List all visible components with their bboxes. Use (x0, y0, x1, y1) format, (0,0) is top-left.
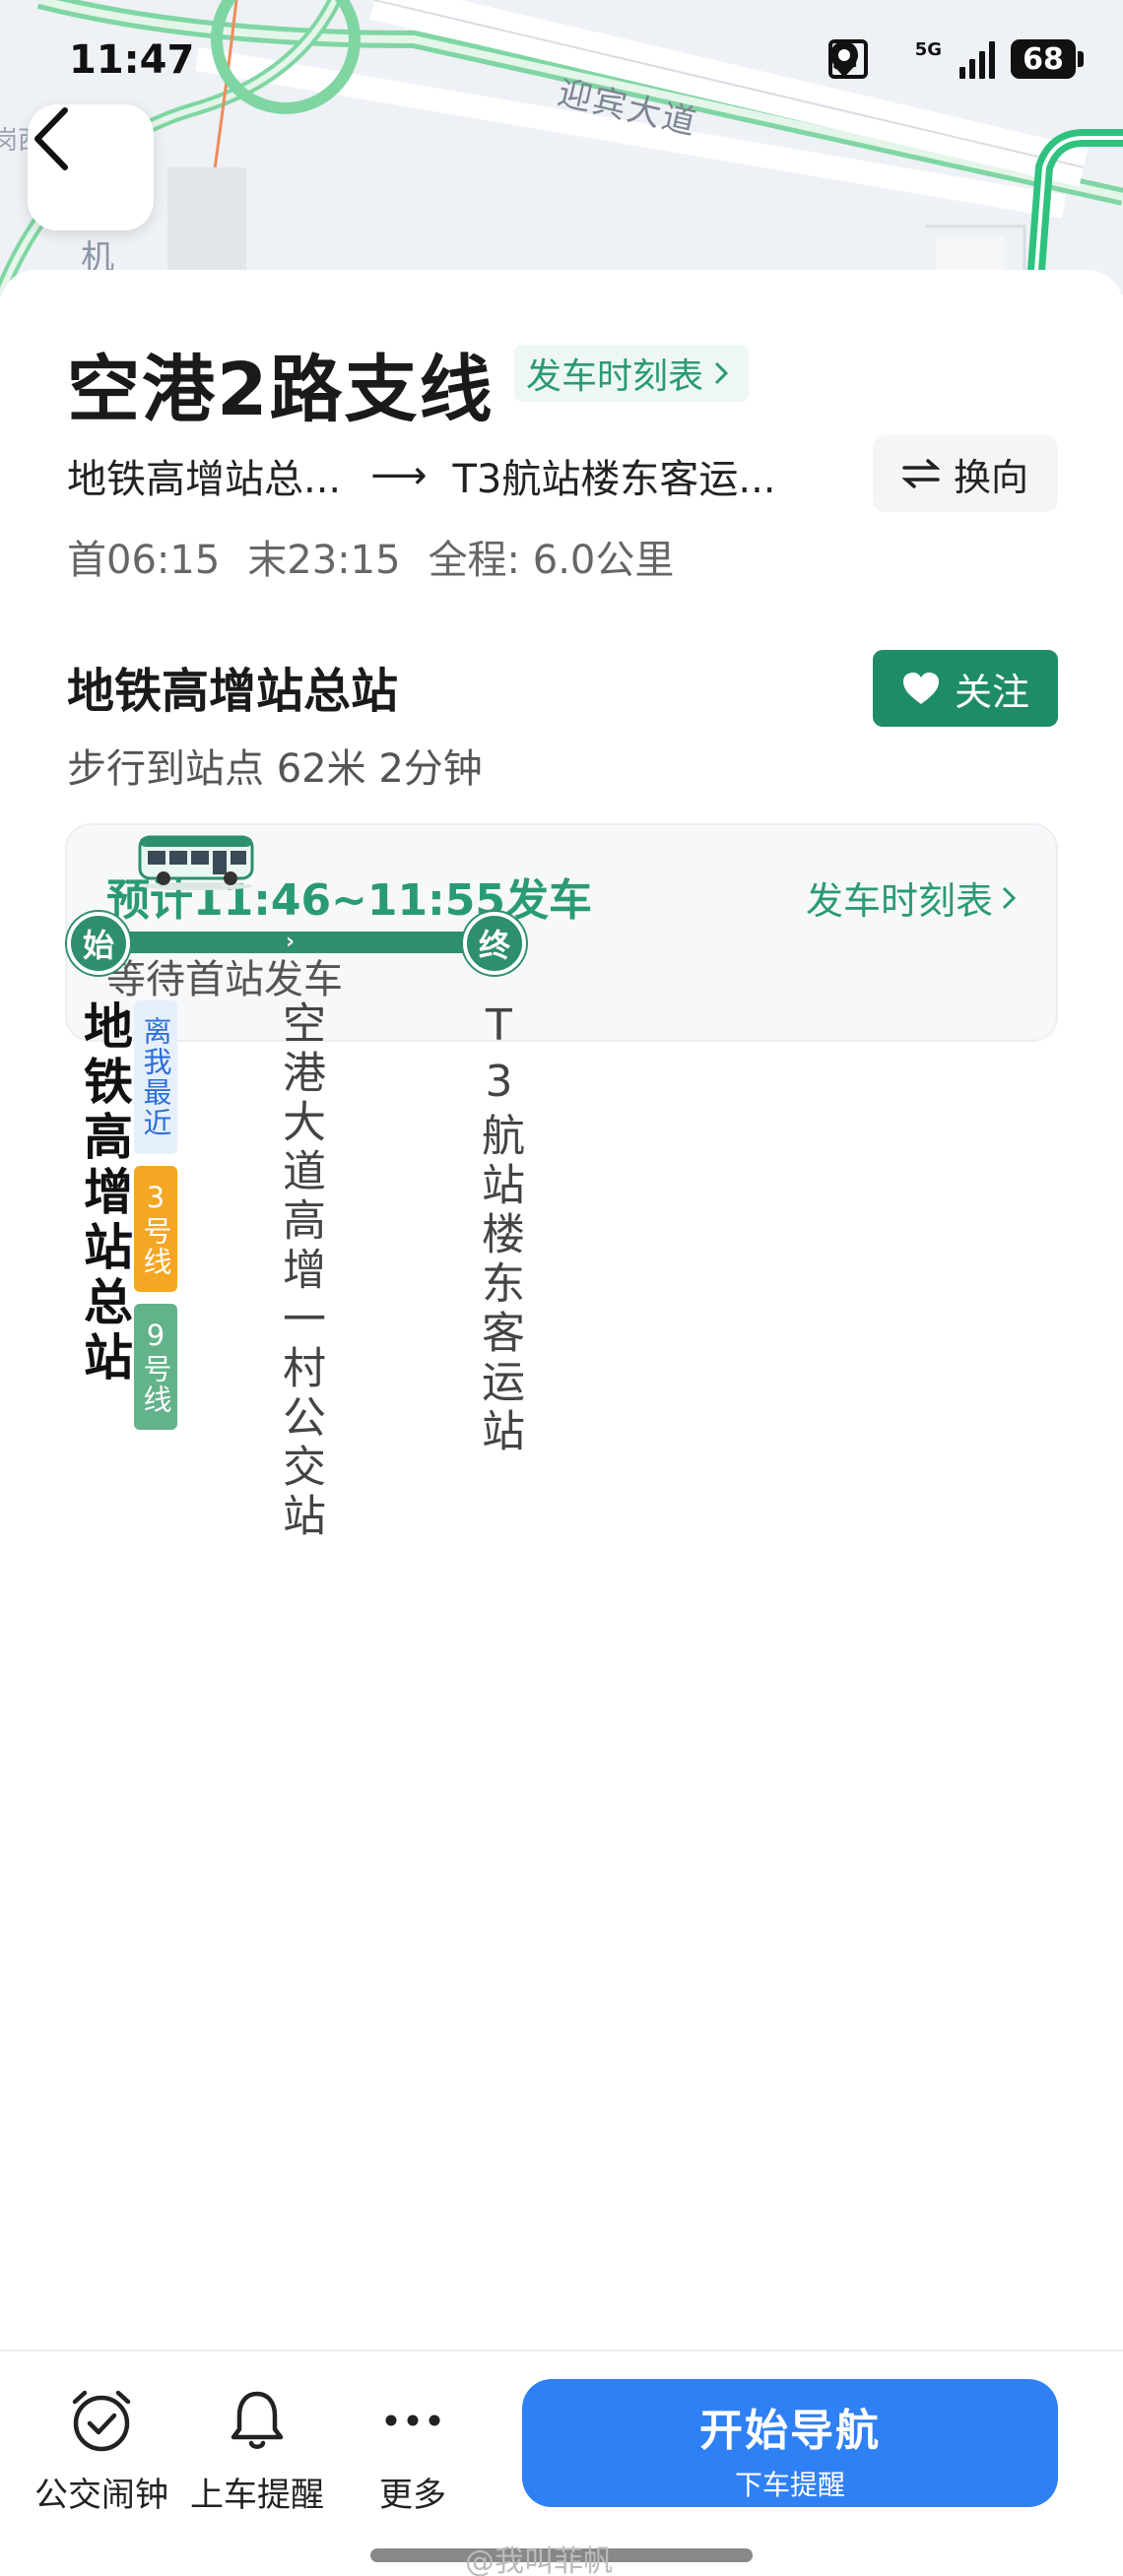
start-navigation-label: 开始导航 (699, 2406, 881, 2456)
stop-item-3[interactable]: T3航站楼东客运站 (467, 1000, 530, 1457)
follow-button[interactable]: 关注 (873, 650, 1058, 727)
direction-arrow-icon: › (286, 930, 296, 954)
bus-alarm-label: 公交闹钟 (34, 2476, 168, 2515)
eta-status: 等待首站发车 (106, 957, 343, 1002)
more-label: 更多 (379, 2476, 446, 2515)
line-9-tag: 9号线 (134, 1304, 177, 1430)
swap-direction-button[interactable]: 换向 (873, 435, 1058, 512)
current-stop-name: 地铁高增站总站 (67, 664, 399, 719)
back-button[interactable] (28, 104, 154, 230)
map-view[interactable]: 迎宾大道 机 岗西 11:47 N 5G 68 (0, 0, 1123, 295)
route-to: T3航站楼东客运... (452, 457, 776, 502)
start-navigation-button[interactable]: 开始导航 下车提醒 (522, 2379, 1058, 2507)
chevron-left-icon (34, 107, 68, 170)
more-button[interactable]: 更多 (339, 2381, 487, 2516)
start-node-badge: 始 (67, 912, 130, 975)
network-type: 5G (914, 38, 942, 60)
status-time: 11:47 (69, 37, 195, 83)
timetable-chip[interactable]: 发车时刻表 (514, 345, 750, 402)
chevron-right-icon (1002, 886, 1017, 909)
follow-label: 关注 (954, 670, 1029, 714)
alarm-clock-icon (72, 2390, 131, 2452)
timetable-chip-label: 发车时刻表 (526, 356, 704, 397)
route-track (99, 932, 493, 953)
first-bus-time: 首06:15 (67, 538, 221, 583)
end-node-badge: 终 (463, 912, 526, 975)
watermark: @我叫菲帆 (465, 2544, 613, 2576)
start-navigation-sublabel: 下车提醒 (734, 2469, 845, 2501)
boarding-reminder-label: 上车提醒 (190, 2476, 324, 2515)
route-arrow-icon: ⟶ (370, 453, 428, 498)
stop-item-1[interactable]: 地铁高增站总站 (69, 1000, 140, 1386)
swap-direction-label: 换向 (953, 455, 1028, 499)
bell-icon (231, 2391, 284, 2449)
nearest-tag: 离我最近 (134, 1000, 177, 1154)
status-icons: N 5G 68 (827, 38, 1084, 79)
bus-icon (138, 835, 254, 890)
last-bus-time: 末23:15 (247, 538, 401, 583)
route-direction: 地铁高增站总... ⟶ T3航站楼东客运... (67, 447, 776, 504)
chevron-right-icon (714, 361, 729, 385)
battery-icon: 68 (1011, 39, 1084, 79)
signal-icon (959, 39, 995, 79)
heart-icon (902, 673, 939, 704)
service-times: 首06:15 末23:15 全程: 6.0公里 (67, 528, 701, 585)
battery-level: 68 (1011, 39, 1076, 79)
route-title: 空港2路支线 (67, 348, 495, 432)
more-dots-icon (385, 2415, 440, 2426)
total-distance: 全程: 6.0公里 (428, 538, 675, 583)
eta-timetable-label: 发车时刻表 (805, 879, 993, 923)
boarding-reminder-button[interactable]: 上车提醒 (183, 2381, 331, 2516)
bus-alarm-button[interactable]: 公交闹钟 (28, 2381, 175, 2516)
line-3-tag: 3号线 (134, 1166, 177, 1292)
stop-item-2[interactable]: 空港大道高增一村公交站 (268, 1000, 331, 1542)
bottom-action-bar: 公交闹钟 上车提醒 更多 开始导航 下车提醒 @我叫菲帆 (0, 2350, 1123, 2576)
eta-timetable-link[interactable]: 发车时刻表 (806, 870, 1017, 925)
walk-info: 步行到站点 62米 2分钟 (67, 746, 483, 792)
swap-icon (901, 459, 940, 488)
route-from: 地铁高增站总... (67, 457, 342, 502)
